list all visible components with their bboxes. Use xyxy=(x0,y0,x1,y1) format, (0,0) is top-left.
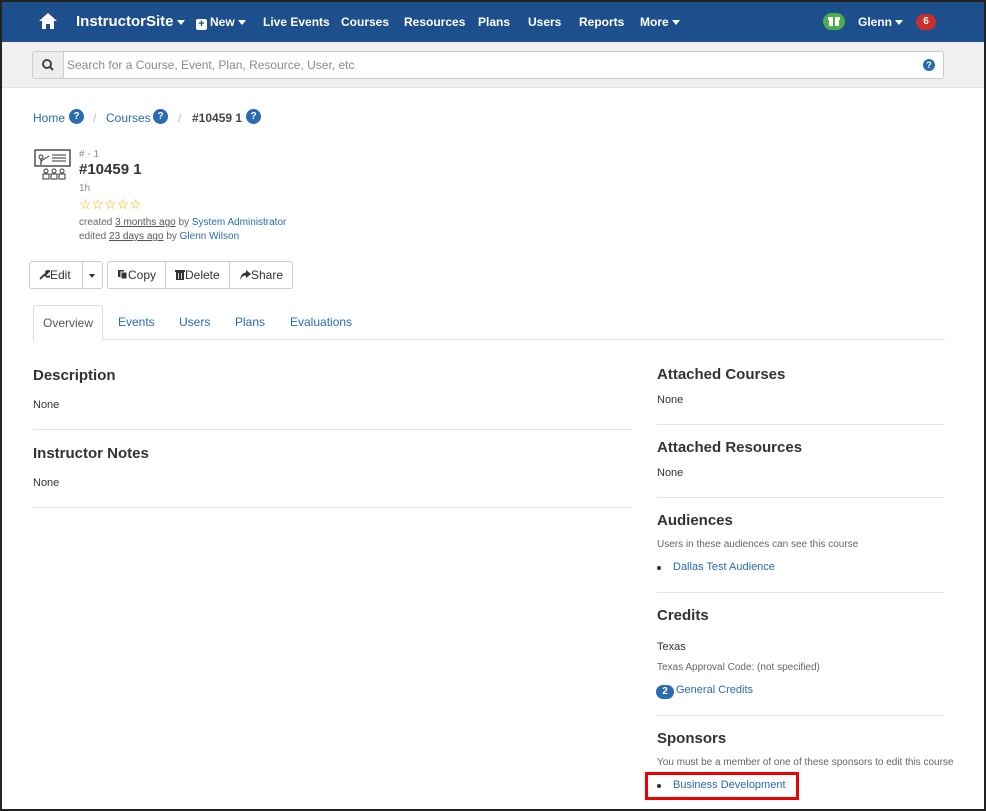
copy-icon xyxy=(118,270,128,280)
brand-label: InstructorSite xyxy=(76,13,174,30)
share-label: Share xyxy=(251,268,284,282)
credits-state: Texas xyxy=(657,641,686,653)
audiences-heading: Audiences xyxy=(657,512,733,529)
search-button[interactable] xyxy=(33,52,64,78)
share-icon xyxy=(240,270,251,280)
chevron-down-icon xyxy=(89,273,95,278)
delete-button[interactable]: Delete xyxy=(165,261,230,289)
edited-by-prefix: by xyxy=(166,231,177,242)
sponsors-note: You must be a member of one of these spo… xyxy=(657,757,954,768)
credits-heading: Credits xyxy=(657,607,709,624)
copy-label: Copy xyxy=(128,268,157,282)
instructor-notes-value: None xyxy=(33,477,60,489)
chevron-down-icon xyxy=(176,19,185,25)
audiences-note: Users in these audiences can see this co… xyxy=(657,539,859,550)
sponsors-heading: Sponsors xyxy=(657,730,727,747)
edit-button[interactable]: Edit xyxy=(29,261,83,289)
created-by-prefix: by xyxy=(178,217,190,228)
nav-new-label: New xyxy=(210,15,235,29)
search-icon xyxy=(42,59,54,71)
user-name: Glenn xyxy=(858,15,893,29)
nav-resources[interactable]: Resources xyxy=(404,15,465,29)
divider xyxy=(657,715,944,716)
edited-prefix: edited xyxy=(79,231,107,242)
breadcrumb-separator: / xyxy=(178,111,182,125)
attached-courses-value: None xyxy=(657,394,684,406)
nav-live-events[interactable]: Live Events xyxy=(263,15,330,29)
created-prefix: created xyxy=(79,217,113,228)
gift-icon[interactable] xyxy=(823,13,845,30)
attached-resources-heading: Attached Resources xyxy=(657,439,803,456)
top-navbar: InstructorSite + New Live Events Courses … xyxy=(2,2,984,42)
trash-icon xyxy=(175,270,185,280)
created-line: created 3 months ago by System Administr… xyxy=(79,217,286,228)
notification-badge[interactable]: 6 xyxy=(916,14,936,30)
plus-icon: + xyxy=(196,19,207,30)
list-bullet xyxy=(657,566,661,570)
course-presentation-icon xyxy=(34,149,71,180)
description-heading: Description xyxy=(33,367,116,384)
wrench-icon xyxy=(39,269,52,280)
nav-new[interactable]: + New xyxy=(196,15,246,30)
nav-reports[interactable]: Reports xyxy=(579,15,624,29)
delete-label: Delete xyxy=(185,268,220,282)
edited-time: 23 days ago xyxy=(109,231,164,242)
nav-more[interactable]: More xyxy=(640,15,680,29)
copy-button[interactable]: Copy xyxy=(107,261,166,289)
tab-events[interactable]: Events xyxy=(118,305,155,340)
help-icon[interactable]: ? xyxy=(69,109,84,124)
divider xyxy=(657,497,944,498)
nav-users[interactable]: Users xyxy=(528,15,561,29)
tab-overview[interactable]: Overview xyxy=(33,305,103,341)
nav-plans[interactable]: Plans xyxy=(478,15,510,29)
edited-by-link[interactable]: Glenn Wilson xyxy=(180,231,239,242)
chevron-down-icon xyxy=(671,20,680,26)
credits-approval-code: Texas Approval Code: (not specified) xyxy=(657,662,820,673)
edit-dropdown-button[interactable] xyxy=(82,261,103,289)
page-title: #10459 1 xyxy=(79,161,142,178)
attached-resources-value: None xyxy=(657,467,684,479)
divider xyxy=(657,424,944,425)
share-button[interactable]: Share xyxy=(229,261,293,289)
brand-menu[interactable]: InstructorSite xyxy=(76,13,185,30)
tab-users[interactable]: Users xyxy=(179,305,210,340)
tab-evaluations[interactable]: Evaluations xyxy=(290,305,352,340)
search-help-icon[interactable]: ? xyxy=(923,59,935,71)
course-duration: 1h xyxy=(79,183,91,194)
nav-more-label: More xyxy=(640,15,669,29)
breadcrumb-courses[interactable]: Courses xyxy=(106,111,151,125)
created-time: 3 months ago xyxy=(115,217,176,228)
description-value: None xyxy=(33,399,60,411)
highlight-box xyxy=(645,772,799,800)
credits-count-badge: 2 xyxy=(656,685,674,699)
help-icon[interactable]: ? xyxy=(246,109,261,124)
general-credits-link[interactable]: General Credits xyxy=(676,684,753,696)
home-icon[interactable] xyxy=(38,11,58,31)
course-tabs: Overview Events Users Plans Evaluations xyxy=(33,305,945,341)
breadcrumb-separator: / xyxy=(93,111,97,125)
created-by-link[interactable]: System Administrator xyxy=(192,217,286,228)
divider xyxy=(33,507,632,508)
course-subnumber: # - 1 xyxy=(79,149,100,160)
chevron-down-icon xyxy=(895,20,904,26)
app-window: InstructorSite + New Live Events Courses … xyxy=(0,0,986,811)
search-bar: ? xyxy=(2,42,984,88)
star-rating[interactable]: ☆☆☆☆☆ xyxy=(79,196,142,213)
nav-courses[interactable]: Courses xyxy=(341,15,389,29)
help-icon[interactable]: ? xyxy=(153,109,168,124)
divider xyxy=(657,592,944,593)
attached-courses-heading: Attached Courses xyxy=(657,366,786,383)
user-menu[interactable]: Glenn xyxy=(858,15,904,29)
audience-link[interactable]: Dallas Test Audience xyxy=(673,561,775,573)
edit-label: Edit xyxy=(50,268,71,282)
divider xyxy=(33,429,632,430)
instructor-notes-heading: Instructor Notes xyxy=(33,445,149,462)
breadcrumb-current: #10459 1 xyxy=(192,111,243,125)
tab-plans[interactable]: Plans xyxy=(235,305,265,340)
chevron-down-icon xyxy=(237,20,246,26)
search-input[interactable] xyxy=(67,54,907,76)
search-box: ? xyxy=(32,51,944,79)
edited-line: edited 23 days ago by Glenn Wilson xyxy=(79,231,239,242)
breadcrumb-home[interactable]: Home xyxy=(33,111,65,125)
